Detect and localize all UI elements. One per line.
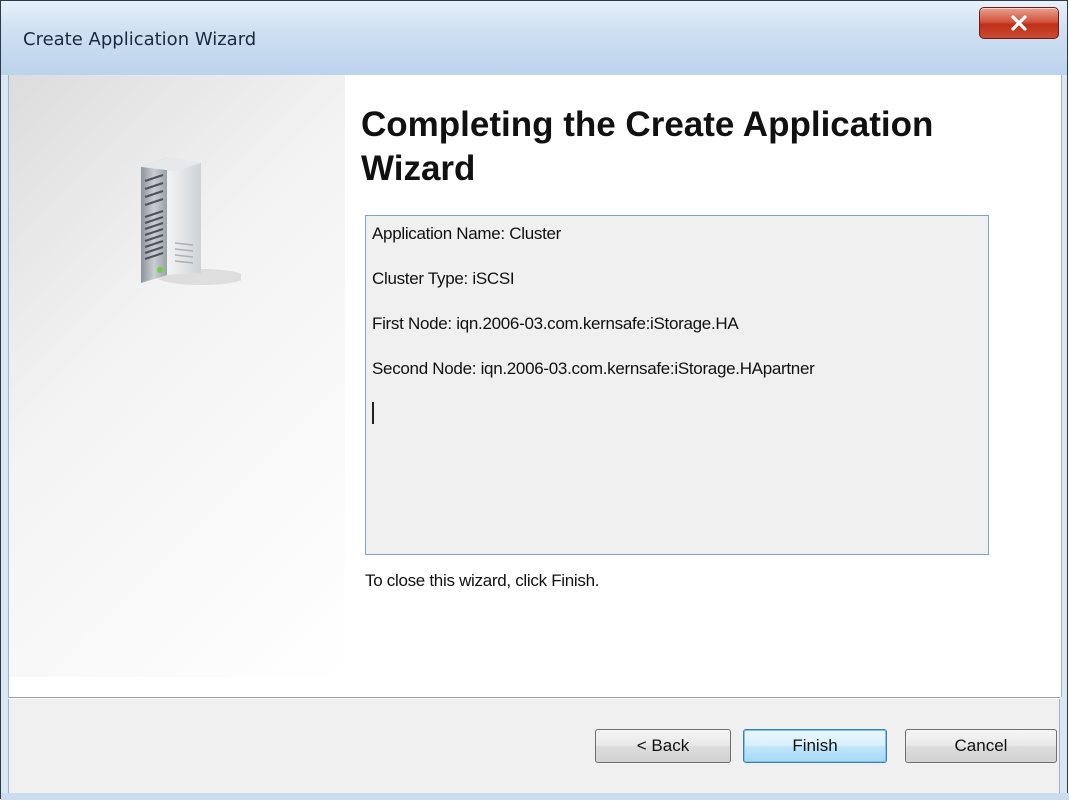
finish-button[interactable]: Finish: [743, 729, 887, 763]
wizard-footer: < Back Finish Cancel: [8, 699, 1060, 793]
window-title: Create Application Wizard: [23, 29, 257, 50]
window-bottom-border: [1, 793, 1069, 800]
cancel-button[interactable]: Cancel: [905, 729, 1057, 763]
close-button[interactable]: [979, 7, 1059, 39]
finish-instructions: To close this wizard, click Finish.: [365, 571, 600, 590]
summary-cluster-type: Cluster Type: iSCSI: [372, 269, 515, 288]
wizard-content: Completing the Create Application Wizard…: [8, 75, 1062, 697]
summary-application-name: Application Name: Cluster: [372, 224, 562, 243]
text-caret: [372, 402, 374, 424]
wizard-window: Create Application Wizard Completing the…: [0, 0, 1069, 800]
back-button[interactable]: < Back: [595, 729, 731, 763]
close-icon: [1011, 15, 1027, 31]
server-icon: [141, 157, 241, 285]
summary-textbox[interactable]: Application Name: Cluster Cluster Type: …: [365, 215, 989, 555]
title-bar[interactable]: Create Application Wizard: [1, 1, 1067, 75]
summary-second-node: Second Node: iqn.2006-03.com.kernsafe:iS…: [372, 359, 815, 378]
wizard-side-panel: [9, 75, 345, 677]
summary-first-node: First Node: iqn.2006-03.com.kernsafe:iSt…: [372, 314, 739, 333]
page-title: Completing the Create Application Wizard: [361, 105, 934, 188]
